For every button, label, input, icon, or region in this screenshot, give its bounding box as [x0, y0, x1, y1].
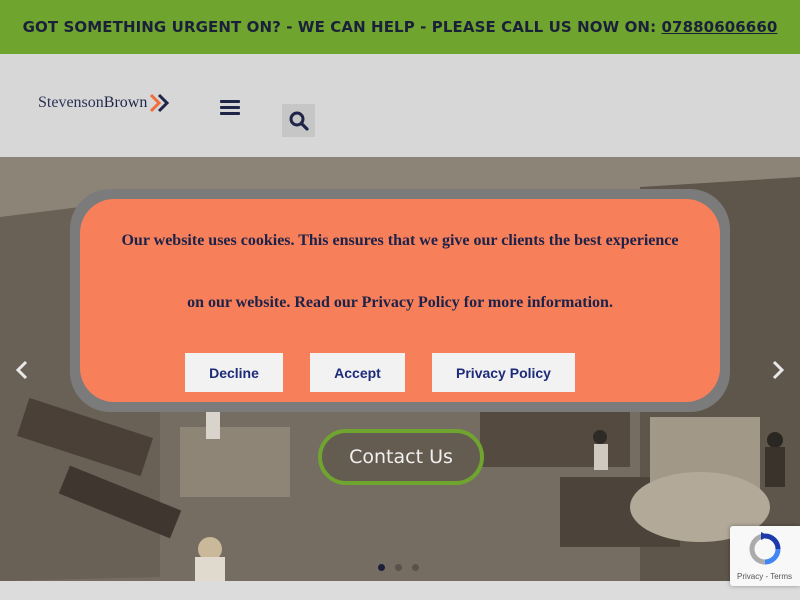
urgent-banner: GOT SOMETHING URGENT ON? - WE CAN HELP -… — [0, 0, 800, 54]
site-header: StevensonBrown — [0, 54, 800, 157]
slider-prev-button[interactable] — [10, 357, 34, 383]
page-bottom — [0, 581, 800, 600]
double-chevron-icon — [150, 93, 170, 113]
slider-dot[interactable] — [378, 564, 385, 571]
chevron-right-icon — [772, 360, 785, 380]
chevron-left-icon — [15, 360, 28, 380]
recaptcha-privacy-link[interactable]: Privacy — [737, 572, 763, 581]
cookie-message: Our website uses cookies. This ensures t… — [80, 210, 720, 334]
accept-button[interactable]: Accept — [310, 353, 405, 392]
phone-link[interactable]: 07880606660 — [662, 18, 778, 36]
search-button[interactable] — [282, 104, 315, 137]
search-icon — [289, 111, 309, 131]
logo-text-part2: Brown — [103, 94, 148, 111]
menu-button[interactable] — [218, 97, 242, 117]
privacy-policy-button[interactable]: Privacy Policy — [432, 353, 575, 392]
slider-dot[interactable] — [395, 564, 402, 571]
urgent-banner-text: GOT SOMETHING URGENT ON? - WE CAN HELP -… — [23, 18, 778, 36]
slider-pagination — [378, 564, 419, 571]
slider-dot[interactable] — [412, 564, 419, 571]
logo-text: StevensonBrown — [38, 94, 147, 112]
cookie-message-line2: on our website. Read our Privacy Policy … — [187, 294, 613, 311]
logo[interactable]: StevensonBrown — [38, 92, 171, 114]
slider-next-button[interactable] — [766, 357, 790, 383]
contact-us-button[interactable]: Contact Us — [318, 429, 484, 485]
recaptcha-terms-link[interactable]: Terms — [770, 572, 792, 581]
recaptcha-icon — [749, 532, 781, 565]
decline-button[interactable]: Decline — [185, 353, 283, 392]
urgent-message: GOT SOMETHING URGENT ON? - WE CAN HELP -… — [22, 18, 662, 36]
recaptcha-links: Privacy - Terms — [737, 572, 792, 581]
hamburger-menu-icon — [220, 100, 240, 115]
cookie-message-line1: Our website uses cookies. This ensures t… — [121, 232, 679, 249]
logo-text-part1: Stevenson — [38, 94, 104, 111]
